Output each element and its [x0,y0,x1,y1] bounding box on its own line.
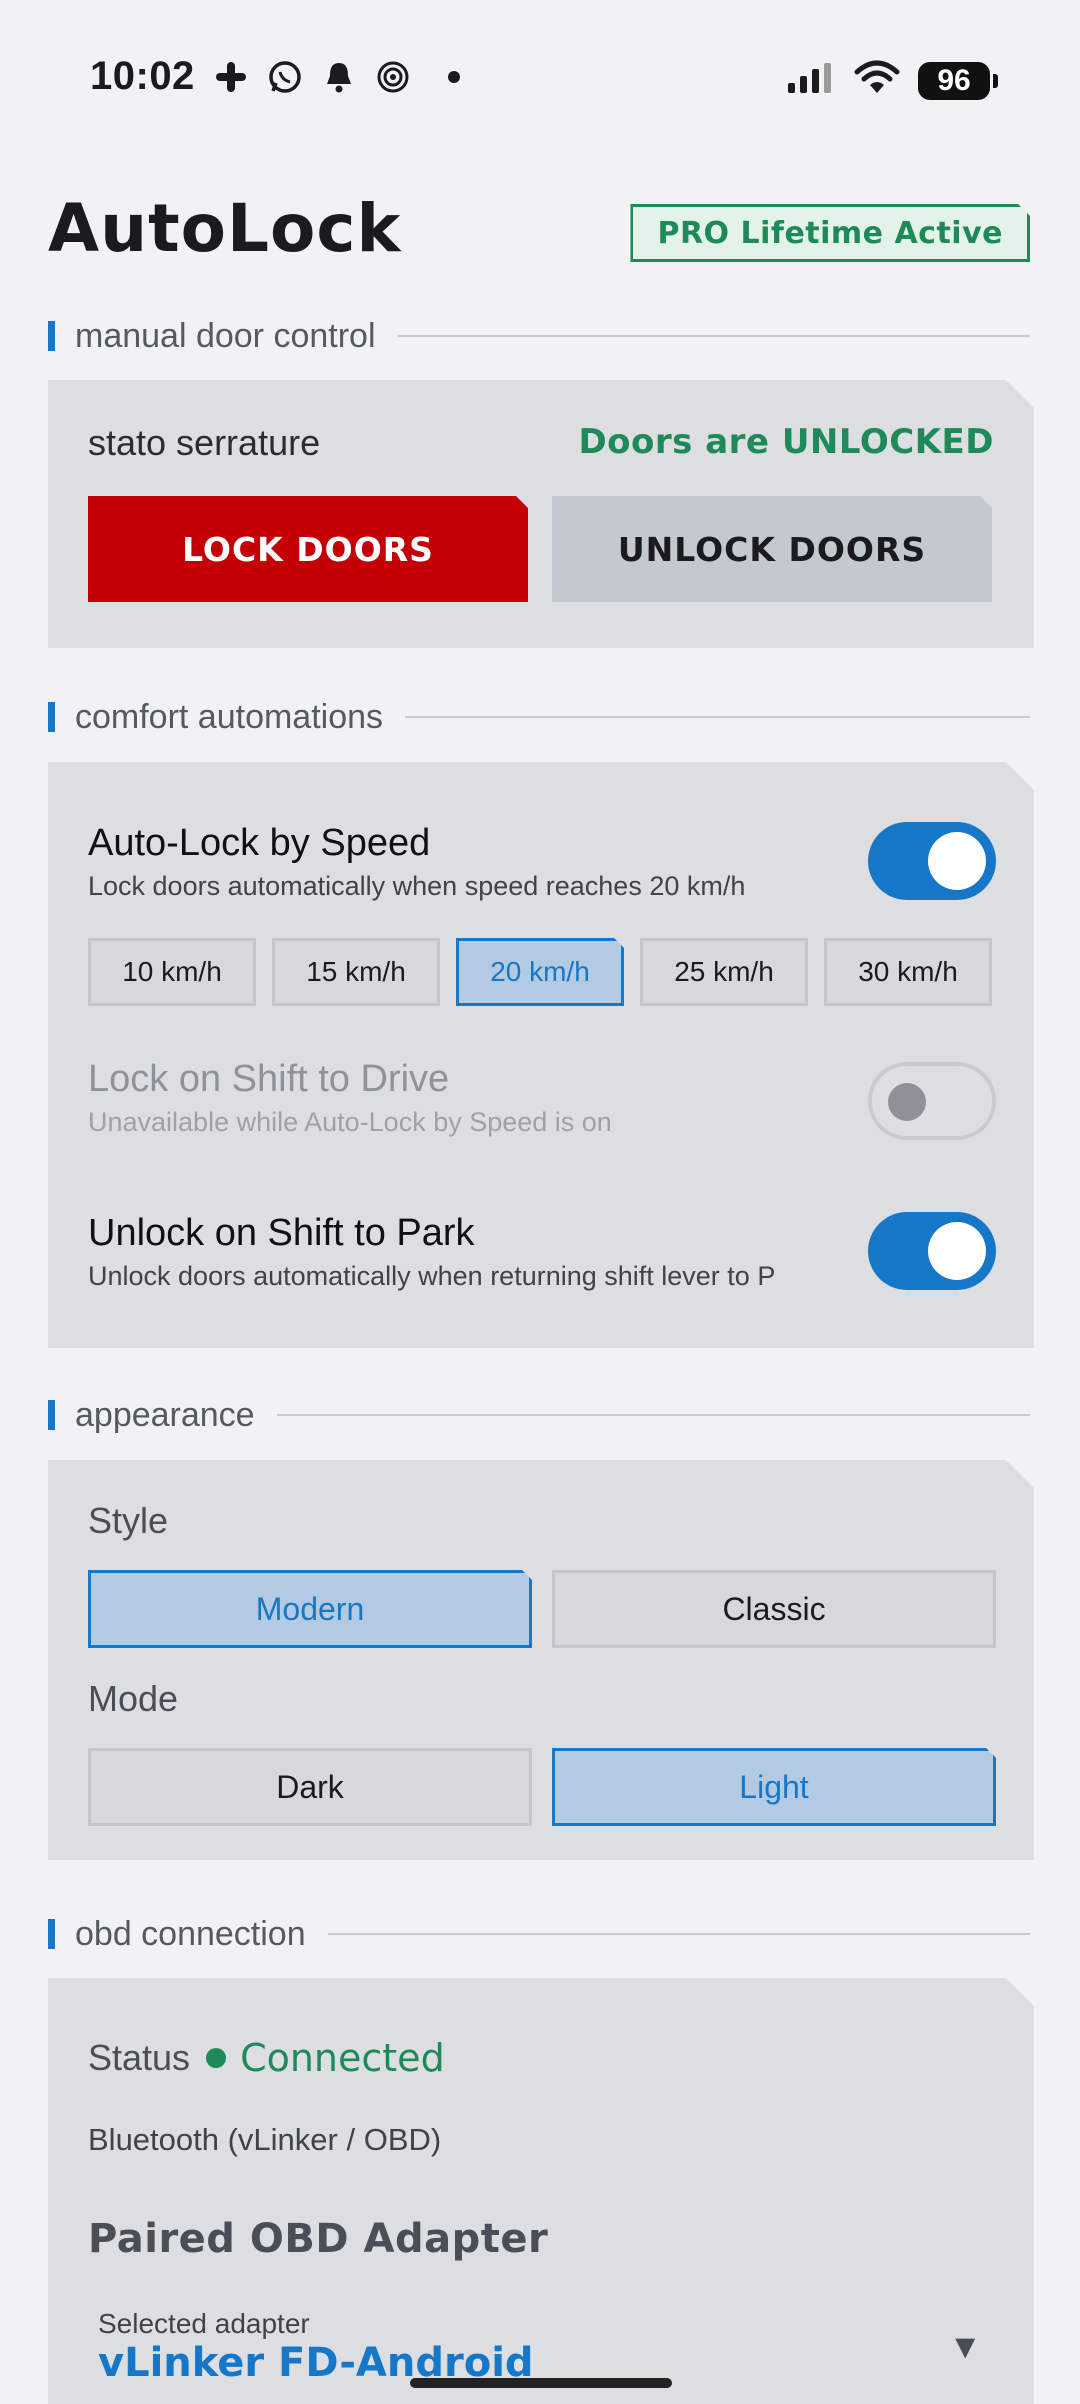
section-manual-door-control: manual door control [48,316,1030,356]
radar-icon [374,58,412,96]
section-title: appearance [75,1395,255,1434]
chevron-down-icon[interactable]: ▼ [948,2328,982,2367]
section-title: obd connection [75,1914,306,1953]
section-accent-bar [48,321,55,351]
lock-on-drive-title: Lock on Shift to Drive [88,1058,450,1100]
obd-status-label: Status [88,2037,191,2078]
section-divider [327,1933,1030,1935]
selected-adapter-label: Selected adapter [98,2308,310,2339]
obd-transport: Bluetooth (vLinker / OBD) [88,2122,442,2157]
pro-badge: PRO Lifetime Active [630,204,1030,262]
unlock-doors-button[interactable]: UNLOCK DOORS [552,496,992,602]
section-divider [397,335,1030,337]
paired-adapter-title: Paired OBD Adapter [88,2216,549,2262]
slack-icon [212,58,250,96]
wifi-icon [854,60,900,101]
lock-doors-button[interactable]: LOCK DOORS [88,496,528,602]
unlock-on-park-subtitle: Unlock doors automatically when returnin… [88,1261,776,1291]
section-divider [405,716,1030,718]
status-time: 10:02 [90,54,195,98]
obd-status-value: Connected [240,2036,445,2080]
style-option-classic[interactable]: Classic [552,1570,996,1648]
connected-indicator-dot [206,2048,226,2068]
section-title: comfort automations [75,697,384,736]
section-comfort-automations: comfort automations [48,697,1030,737]
section-title: manual door control [75,316,376,355]
mode-label: Mode [88,1678,179,1719]
section-accent-bar [48,1919,55,1949]
mode-selector: Dark Light [88,1748,996,1826]
lock-on-drive-subtitle: Unavailable while Auto-Lock by Speed is … [88,1107,612,1137]
unlock-on-park-setting: Unlock on Shift to Park Unlock doors aut… [88,1212,775,1292]
auto-lock-speed-toggle[interactable] [868,822,996,900]
toggle-knob [888,1083,926,1121]
speed-option-10[interactable]: 10 km/h [88,938,256,1006]
bell-icon [320,58,358,96]
auto-lock-speed-setting: Auto-Lock by Speed Lock doors automatica… [88,822,745,902]
lock-on-drive-setting: Lock on Shift to Drive Unavailable while… [88,1058,612,1138]
door-status-value: Doors are UNLOCKED [578,422,994,462]
speed-option-20[interactable]: 20 km/h [456,938,624,1006]
style-option-modern[interactable]: Modern [88,1570,532,1648]
home-indicator[interactable] [410,2378,672,2388]
lock-on-drive-toggle[interactable] [868,1062,996,1140]
section-accent-bar [48,1400,55,1430]
speed-option-25[interactable]: 25 km/h [640,938,808,1006]
speed-option-15[interactable]: 15 km/h [272,938,440,1006]
style-label: Style [88,1500,169,1541]
mode-option-dark[interactable]: Dark [88,1748,532,1826]
section-accent-bar [48,702,55,732]
manual-door-card: stato serrature Doors are UNLOCKED LOCK … [48,380,1034,648]
obd-card: Status Connected Bluetooth (vLinker / OB… [48,1978,1034,2404]
system-icons: 96 [786,60,998,101]
speed-option-30[interactable]: 30 km/h [824,938,992,1006]
comfort-card: Auto-Lock by Speed Lock doors automatica… [48,762,1034,1348]
section-appearance: appearance [48,1395,1030,1435]
mode-option-light[interactable]: Light [552,1748,996,1826]
appearance-card: Style Modern Classic Mode Dark Light [48,1460,1034,1860]
more-notifications-dot [448,71,460,83]
section-divider [276,1414,1030,1416]
notification-icons [212,58,460,96]
style-selector: Modern Classic [88,1570,996,1648]
toggle-knob [928,1222,986,1280]
whatsapp-icon [266,58,304,96]
page-title: AutoLock [48,190,402,267]
auto-lock-speed-subtitle: Lock doors automatically when speed reac… [88,871,746,901]
section-obd-connection: obd connection [48,1914,1030,1954]
signal-icon [786,61,836,100]
status-bar: 10:02 96 [0,0,1080,140]
unlock-on-park-toggle[interactable] [868,1212,996,1290]
toggle-knob [928,832,986,890]
lock-status-label: stato serrature [88,422,321,463]
obd-status-row: Status Connected [88,2036,445,2080]
battery-icon: 96 [918,61,998,100]
auto-lock-speed-title: Auto-Lock by Speed [88,822,431,864]
unlock-on-park-title: Unlock on Shift to Park [88,1212,475,1254]
speed-threshold-options: 10 km/h 15 km/h 20 km/h 25 km/h 30 km/h [88,938,992,1006]
